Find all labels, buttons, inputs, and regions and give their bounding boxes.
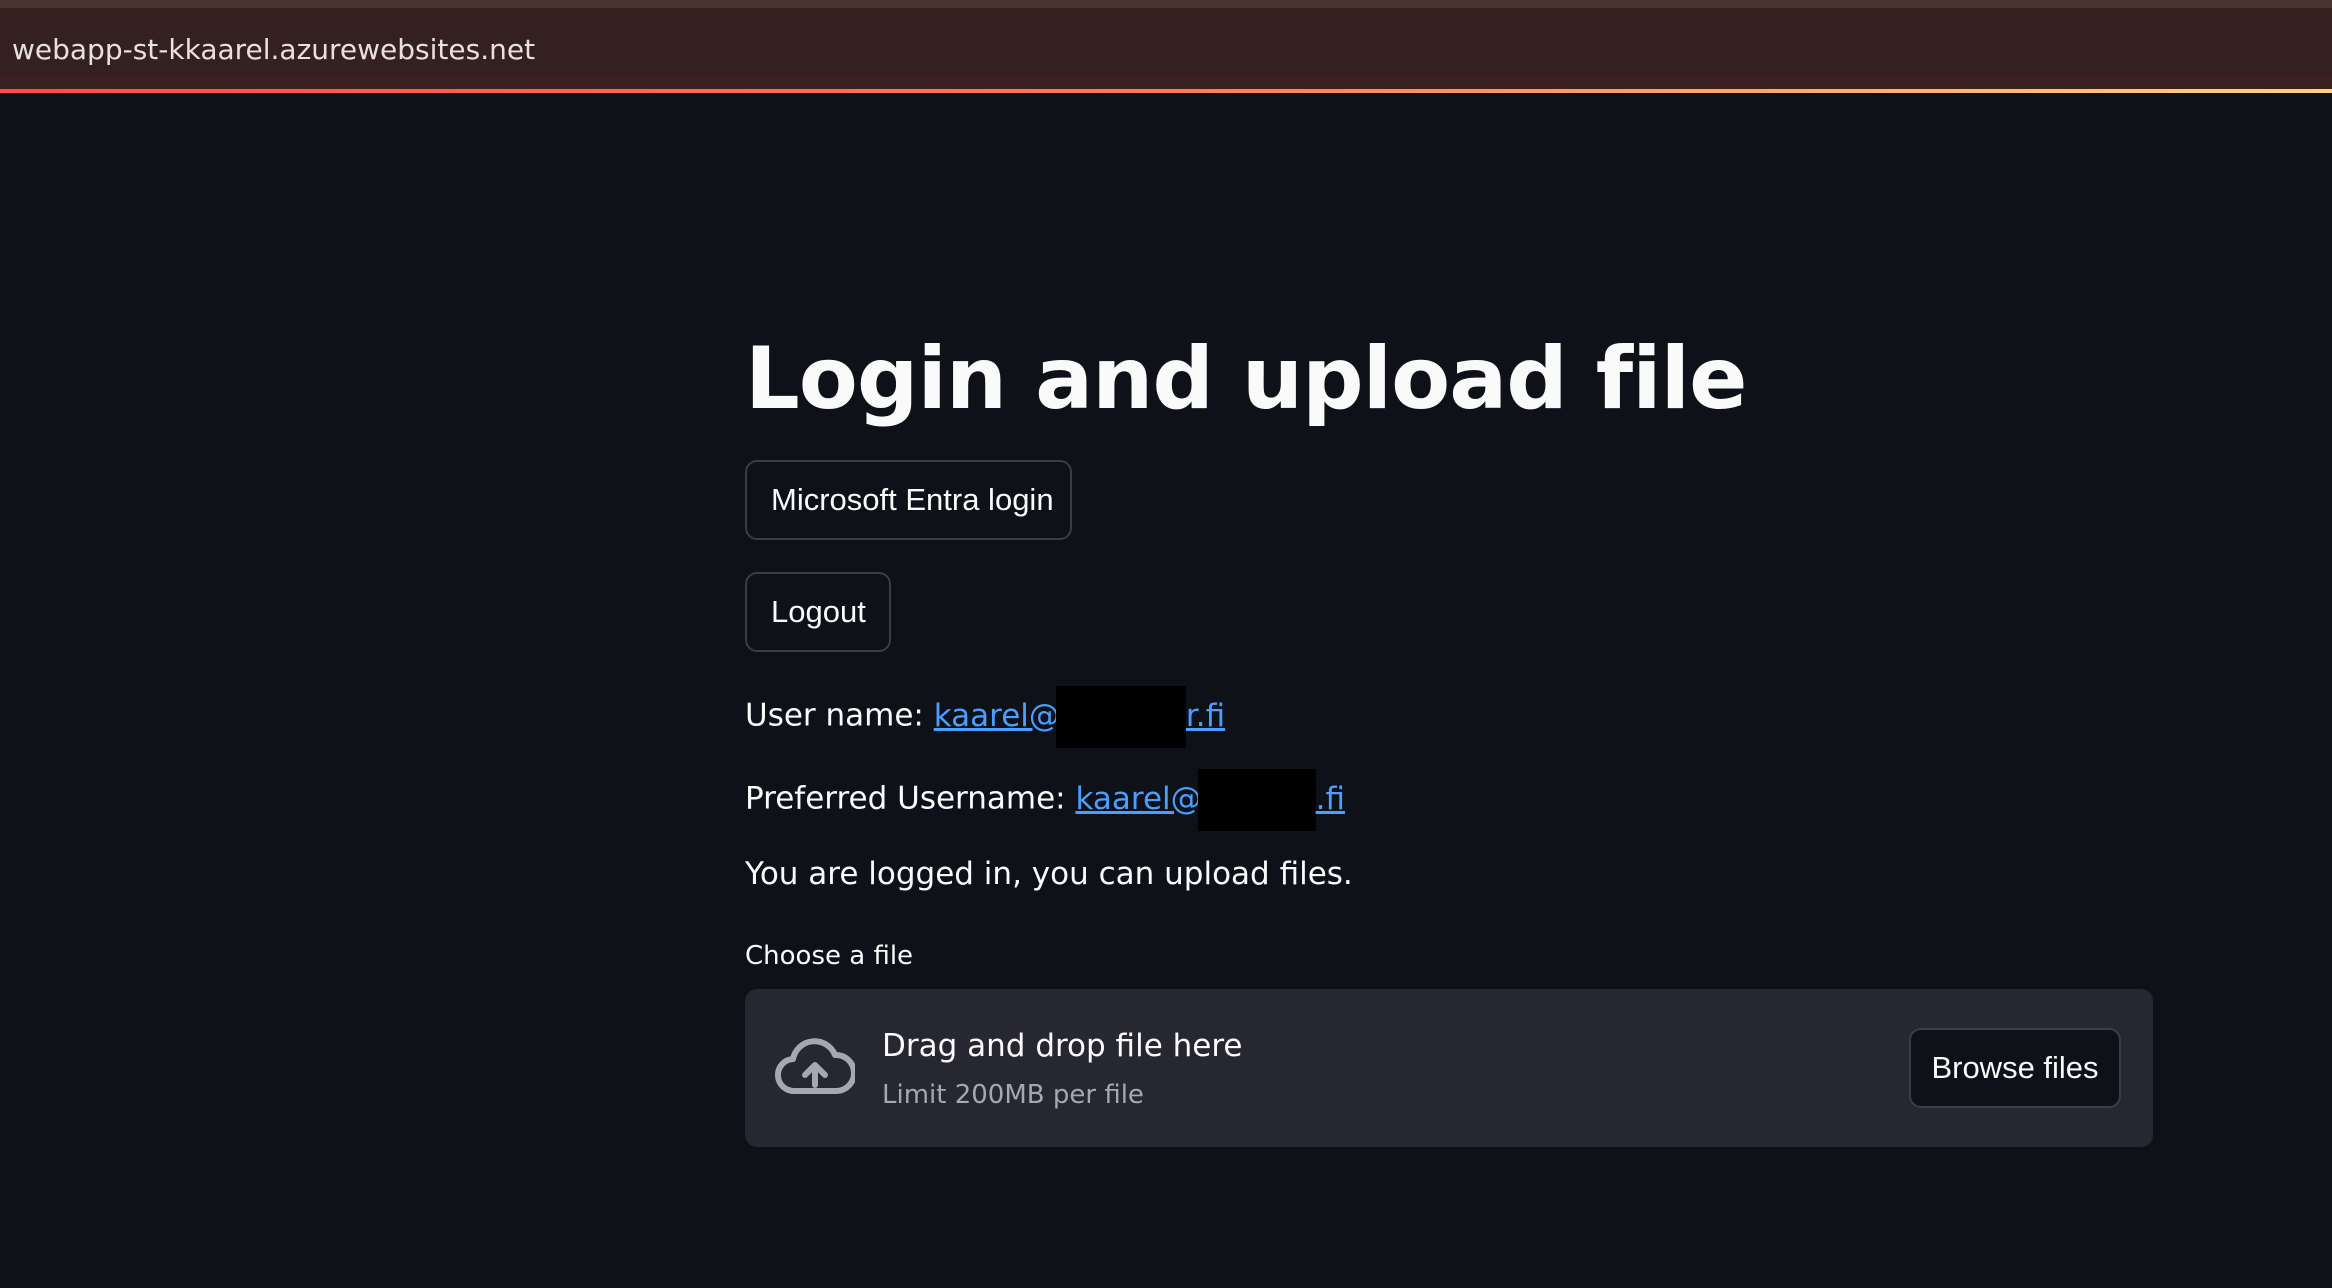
- cloud-upload-icon: [775, 1038, 855, 1095]
- microsoft-entra-login-button[interactable]: Microsoft Entra login: [745, 460, 1072, 540]
- file-dropzone[interactable]: Drag and drop file here Limit 200MB per …: [745, 989, 2153, 1147]
- redaction-box: [1055, 686, 1186, 748]
- file-uploader-label: Choose a file: [745, 941, 914, 971]
- username-label: User name:: [745, 697, 924, 734]
- tab-strip: [0, 0, 2332, 8]
- username-link[interactable]: kaarel@ r.fi: [933, 686, 1226, 748]
- username-suffix: r.fi: [1185, 697, 1226, 734]
- redaction-box: [1197, 769, 1316, 831]
- logout-button[interactable]: Logout: [745, 572, 891, 652]
- preferred-username-prefix: kaarel@: [1075, 780, 1202, 817]
- browse-files-button[interactable]: Browse files: [1909, 1028, 2121, 1108]
- browser-toolbar: ⓘ webapp-st-kkaarel.azurewebsites.net: [0, 0, 2332, 93]
- login-status-text: You are logged in, you can upload files.: [745, 856, 1353, 892]
- preferred-username-suffix: .fi: [1315, 780, 1346, 817]
- loading-accent-bar: [0, 89, 2332, 93]
- preferred-username-line: Preferred Username: kaarel@ .fi: [745, 769, 1345, 831]
- url-text[interactable]: webapp-st-kkaarel.azurewebsites.net: [12, 32, 535, 68]
- address-bar[interactable]: ⓘ webapp-st-kkaarel.azurewebsites.net: [0, 8, 2332, 76]
- dropzone-title: Drag and drop file here: [882, 1028, 1243, 1064]
- preferred-username-label: Preferred Username:: [745, 780, 1066, 817]
- page-title: Login and upload file: [745, 329, 1747, 429]
- username-line: User name: kaarel@ r.fi: [745, 686, 1225, 748]
- dropzone-limit-text: Limit 200MB per file: [882, 1080, 1144, 1110]
- username-prefix: kaarel@: [933, 697, 1060, 734]
- preferred-username-link[interactable]: kaarel@ .fi: [1075, 769, 1346, 831]
